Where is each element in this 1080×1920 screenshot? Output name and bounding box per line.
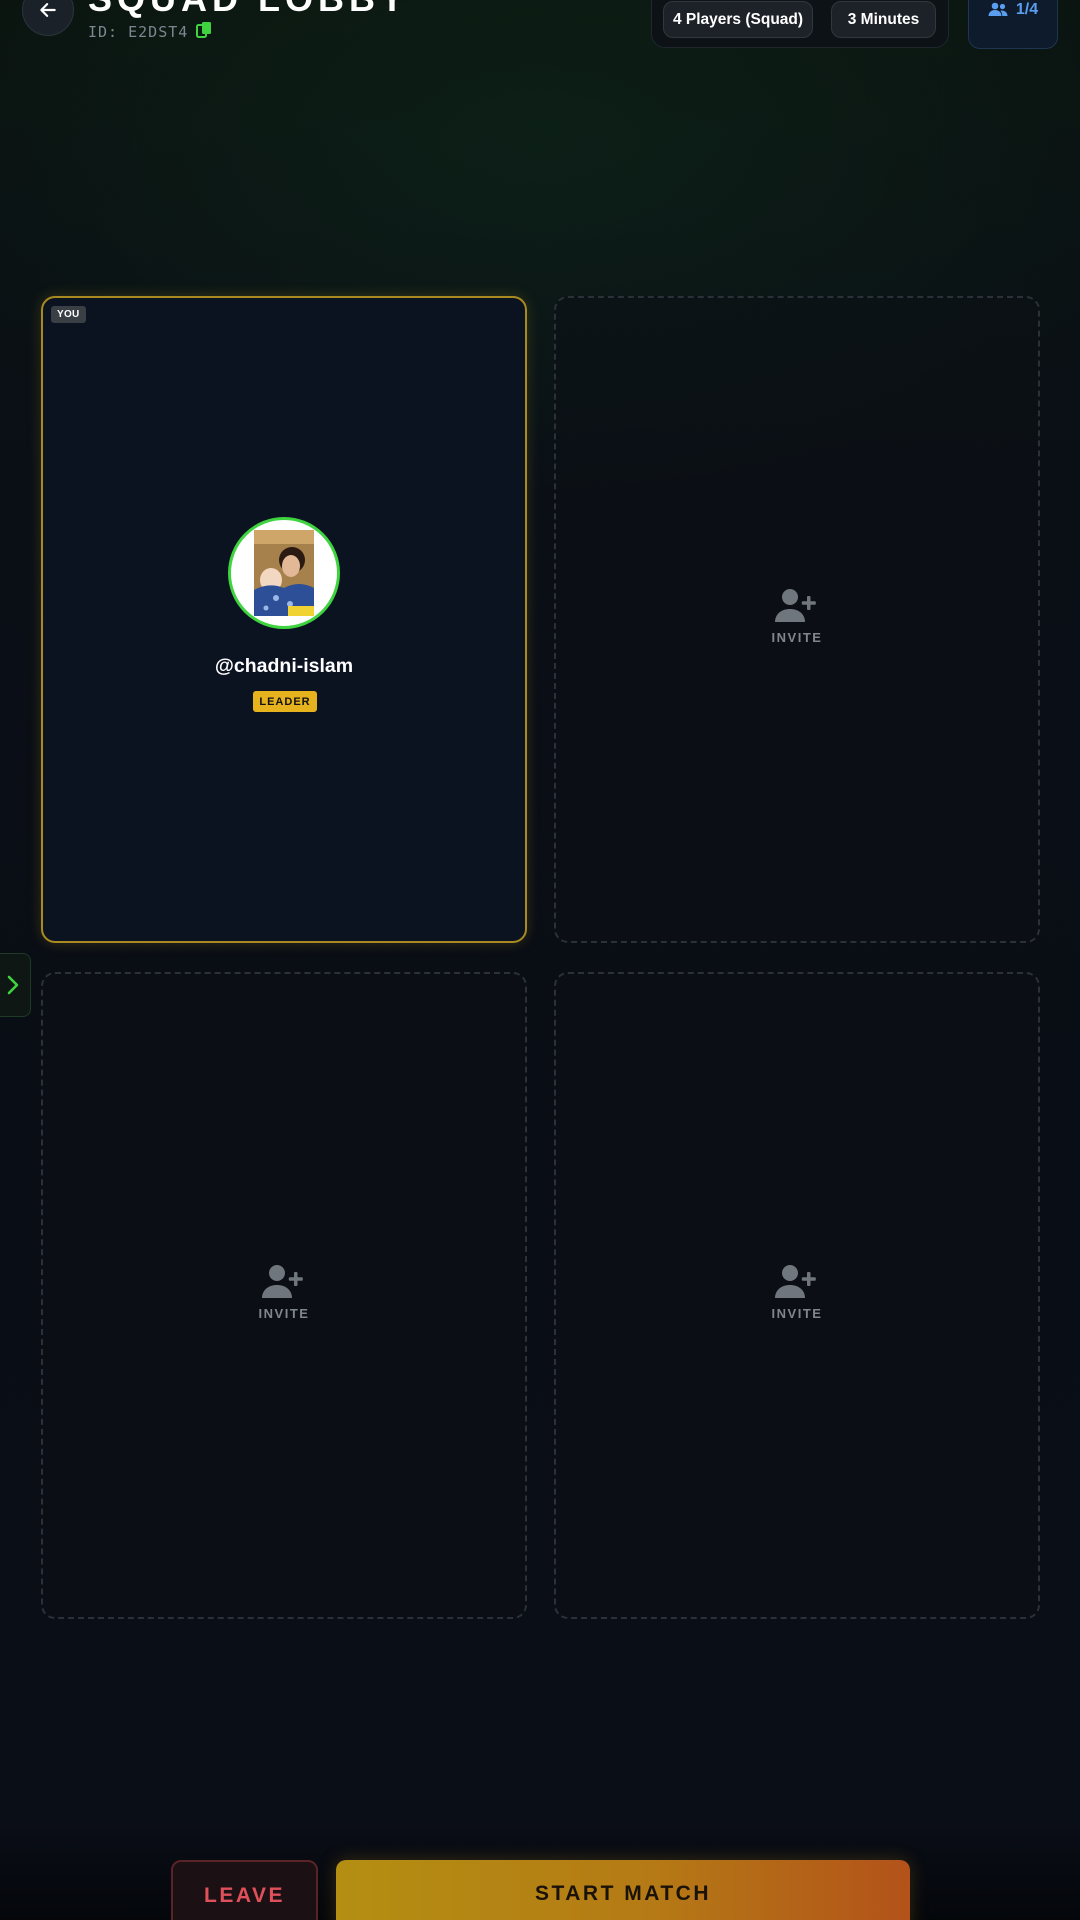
avatar[interactable] [228,517,340,629]
invite-label: INVITE [258,1306,310,1321]
mode-pill[interactable]: 4 Players (Squad) [663,1,813,38]
back-button[interactable] [22,0,74,36]
side-panel-toggle[interactable] [0,953,31,1017]
arrow-left-icon [40,3,56,17]
player-count-badge[interactable]: 1/4 [968,0,1058,49]
leader-badge: LEADER [253,691,317,712]
invite-label: INVITE [771,630,823,645]
users-icon [988,2,1008,16]
user-plus-icon [775,1265,816,1298]
player-count: 1/4 [1015,1,1039,18]
player-slot-self: YOU @chadni-islam LEADER [41,296,527,943]
lobby-id-row: ID: E2DST4 [88,21,212,43]
chevron-right-icon [7,975,19,995]
invite-slot-4[interactable]: INVITE [554,972,1040,1619]
leave-button[interactable]: LEAVE [171,1860,318,1920]
player-username: @chadni-islam [214,655,354,677]
copy-icon[interactable] [196,21,212,43]
page-title: SQUAD LOBBY [88,0,409,20]
user-photo [254,530,314,616]
lobby-id: ID: E2DST4 [88,23,189,41]
user-plus-icon [775,589,816,622]
invite-label: INVITE [771,1306,823,1321]
you-badge: YOU [51,306,86,323]
user-plus-icon [262,1265,303,1298]
invite-slot-2[interactable]: INVITE [554,296,1040,943]
duration-pill[interactable]: 3 Minutes [831,1,936,38]
start-match-button[interactable]: START MATCH [336,1860,910,1920]
invite-slot-3[interactable]: INVITE [41,972,527,1619]
